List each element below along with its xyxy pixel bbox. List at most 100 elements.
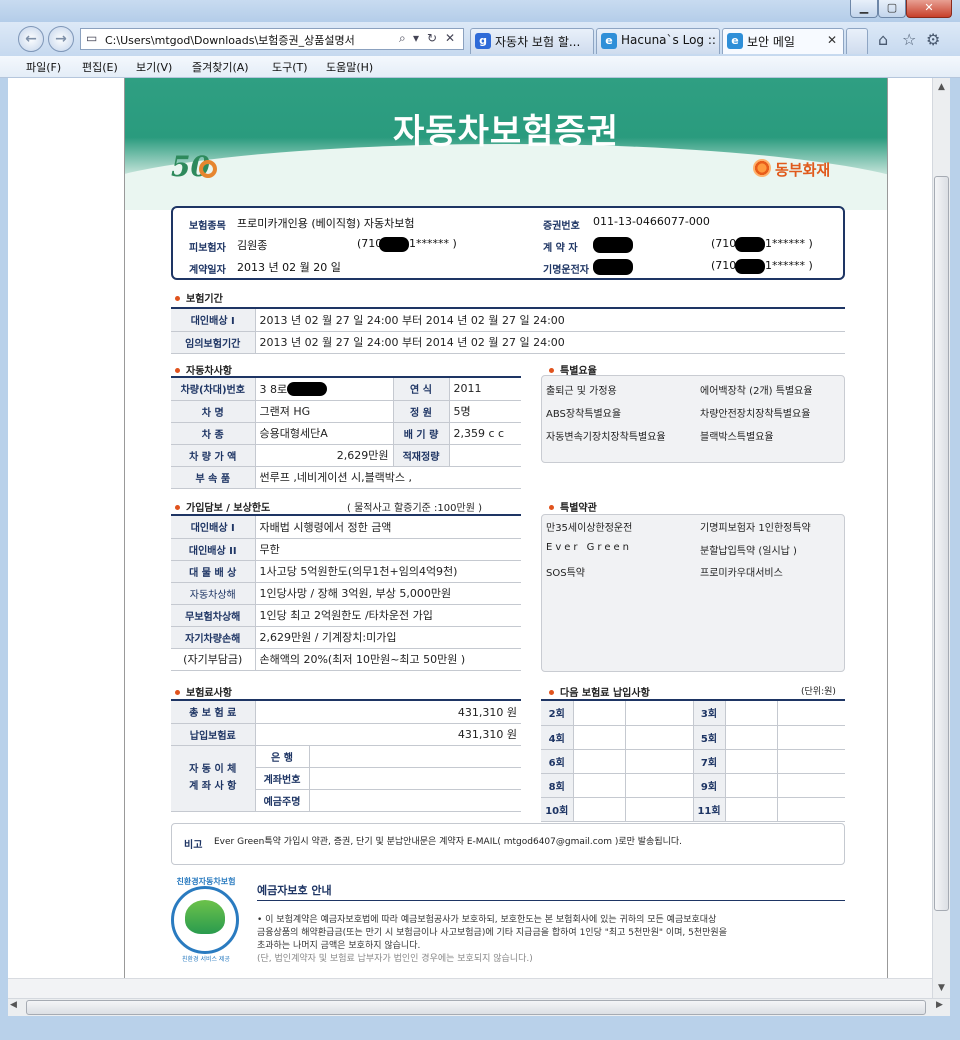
table-row: 대 물 배 상 1사고당 5억원한도(의무1천+임의4억9천) [171, 560, 521, 583]
tab-hacuna-log[interactable]: e Hacuna`s Log :: ... [596, 28, 720, 54]
table-row: 4회 5회 [541, 725, 845, 750]
table-row: 무보험차상해 1인당 최고 2억원한도 /타차운전 가입 [171, 604, 521, 627]
total-premium-value: 431,310 원 [255, 701, 521, 724]
load-value [449, 444, 521, 467]
special-clause-item: 기명피보험자 1인한정특약 [700, 523, 811, 534]
displacement-label: 배 기 량 [392, 422, 450, 445]
policy-number: 011-13-0466077-000 [593, 215, 710, 228]
installment-label: 10회 [541, 797, 574, 822]
scroll-down-icon[interactable]: ▼ [934, 981, 949, 996]
ie-icon: e [601, 33, 617, 49]
installment-label: 3회 [693, 701, 726, 726]
period-table: 대인배상 I 2013 년 02 월 27 일 24:00 부터 2014 년 … [171, 309, 845, 354]
plate-label: 차량(차대)번호 [171, 378, 256, 401]
search-icon[interactable]: ⌕ [399, 31, 406, 46]
year-value: 2011 [449, 378, 521, 401]
row-label: 임의보험기간 [171, 331, 256, 354]
special-clause-item: 만35세이상한정운전 [546, 523, 633, 534]
refresh-icon[interactable]: ↻ [427, 31, 437, 45]
contractor-label: 계 약 자 [543, 243, 578, 254]
installment-label: 2회 [541, 701, 574, 726]
deposit-text-line: • 이 보험계약은 예금자보호법에 따라 예금보험공사가 보호하되, 보호한도는… [257, 915, 717, 925]
product-label: 보험종목 [189, 221, 226, 232]
company-logo: 동부화재 [753, 158, 853, 179]
special-term-item: 자동변속기장치장착특별요율 [546, 432, 666, 443]
section-rule [257, 900, 845, 901]
account-value [309, 767, 521, 790]
driver-label: 기명운전자 [543, 265, 589, 276]
section-title-text: 특별약관 [560, 503, 597, 514]
menu-favorites[interactable]: 즐겨찾기(A) [192, 59, 249, 75]
model-label: 차 명 [171, 400, 256, 423]
minimize-button[interactable]: ▁ [850, 0, 878, 18]
vehicle-section-title: 자동차사항 [175, 362, 232, 377]
new-tab-button[interactable] [846, 28, 868, 54]
arrow-left-icon: ← [25, 31, 37, 47]
special-clause-item: Ever Green [546, 542, 632, 553]
scroll-right-icon[interactable]: ▶ [936, 1000, 943, 1010]
horizontal-scrollbar[interactable]: ◀ ▶ [8, 998, 950, 1016]
row-label: 대인배상 I [171, 309, 256, 332]
installment-label: 11회 [693, 797, 726, 822]
coverage-section-title: 가입담보 / 보상한도 [175, 499, 270, 514]
special-clauses-box: 만35세이상한정운전 기명피보험자 1인한정특약 Ever Green 분할납입… [541, 514, 845, 672]
menu-file[interactable]: 파일(F) [26, 59, 61, 75]
eco-seal-caption: 친환경 서비스 제공 [182, 956, 230, 963]
remarks-box: 비고 Ever Green특약 가입시 약관, 증권, 단기 및 분납안내문은 … [171, 823, 845, 865]
contractor-id: (710 [711, 237, 737, 250]
favorites-star-icon[interactable]: ☆ [902, 30, 916, 49]
home-icon[interactable]: ⌂ [878, 30, 888, 49]
table-row: 임의보험기간 2013 년 02 월 27 일 24:00 부터 2014 년 … [171, 331, 845, 354]
menu-edit[interactable]: 편집(E) [82, 59, 118, 75]
policy-summary: 보험종목 프로미카개인용 (베이직형) 자동차보험 피보험자 김원종 (710 … [171, 206, 845, 280]
tab-insurance[interactable]: g 자동차 보험 할... [470, 28, 594, 54]
forward-button[interactable]: → [48, 26, 74, 52]
status-strip [8, 978, 932, 998]
special-term-item: 차량안전장치장착특별요율 [700, 409, 811, 420]
stop-icon[interactable]: ✕ [445, 31, 455, 45]
bullet-icon [175, 296, 180, 301]
row-label: (자기부담금) [171, 648, 256, 671]
tab-close-icon[interactable]: ✕ [827, 33, 837, 47]
menu-view[interactable]: 보기(V) [136, 59, 172, 75]
redaction [735, 259, 765, 274]
accessory-value: 썬루프 ,네비게이션 시,블랙박스 , [255, 466, 521, 489]
installment-label: 9회 [693, 773, 726, 798]
close-window-button[interactable]: ✕ [906, 0, 952, 18]
year-label: 연 식 [392, 378, 450, 401]
vehicle-table: 차량(차대)번호 3 8로 연 식 2011 차 명 그랜져 HG 정 원 5명… [171, 378, 521, 489]
premium-section-title: 보험료사항 [175, 684, 232, 699]
eco-insurance-seal: 친환경자동차보험 친환경 서비스 제공 [167, 876, 245, 963]
vertical-scroll-thumb[interactable] [934, 176, 949, 911]
table-row: 차 명 그랜져 HG 정 원 5명 [171, 400, 521, 423]
deposit-text-line: 금융상품의 해약환급금(또는 만기 시 보험금이나 사고보험금)에 기타 지급금… [257, 928, 727, 938]
address-bar[interactable]: ▭ C:\Users\mtgod\Downloads\보험증권_상품설명서 ⌕ … [80, 28, 464, 50]
capacity-label: 정 원 [392, 400, 450, 423]
section-title-text: 다음 보험료 납입사항 [560, 688, 650, 699]
vertical-scrollbar[interactable]: ▲ ▼ [932, 78, 950, 998]
row-label: 대 물 배 상 [171, 560, 256, 583]
scroll-up-icon[interactable]: ▲ [934, 80, 949, 95]
deposit-note-line: (단, 법인계약자 및 보험료 납부자가 법인인 경우에는 보호되지 않습니다.… [257, 954, 533, 964]
back-button[interactable]: ← [18, 26, 44, 52]
anniversary-logo: 50 [171, 140, 231, 188]
horizontal-scroll-thumb[interactable] [26, 1000, 926, 1015]
gear-icon[interactable]: ⚙ [926, 30, 940, 49]
plate-value: 3 8로 [255, 378, 393, 401]
table-row: 차량(차대)번호 3 8로 연 식 2011 [171, 378, 521, 401]
dropdown-icon[interactable]: ▾ [413, 31, 419, 45]
tab-secure-mail[interactable]: e 보안 메일 ✕ [722, 28, 844, 54]
menu-tools[interactable]: 도구(T) [272, 59, 308, 75]
table-row: 차 종 승용대형세단A 배 기 량 2,359 c c [171, 422, 521, 445]
insured-name: 김원종 [237, 239, 268, 252]
table-row: (자기부담금) 손해액의 20%(최저 10만원~최고 50만원 ) [171, 648, 521, 671]
special-term-item: ABS장착특별요율 [546, 409, 622, 420]
holder-value [309, 789, 521, 812]
company-name: 동부화재 [775, 161, 831, 179]
section-title-text: 가입담보 / 보상한도 [186, 503, 271, 514]
maximize-button[interactable]: ▢ [878, 0, 906, 18]
remarks-label: 비고 [184, 840, 203, 851]
menu-help[interactable]: 도움말(H) [326, 59, 373, 75]
tab-label: 자동차 보험 할... [495, 35, 581, 49]
scroll-left-icon[interactable]: ◀ [10, 1000, 17, 1010]
